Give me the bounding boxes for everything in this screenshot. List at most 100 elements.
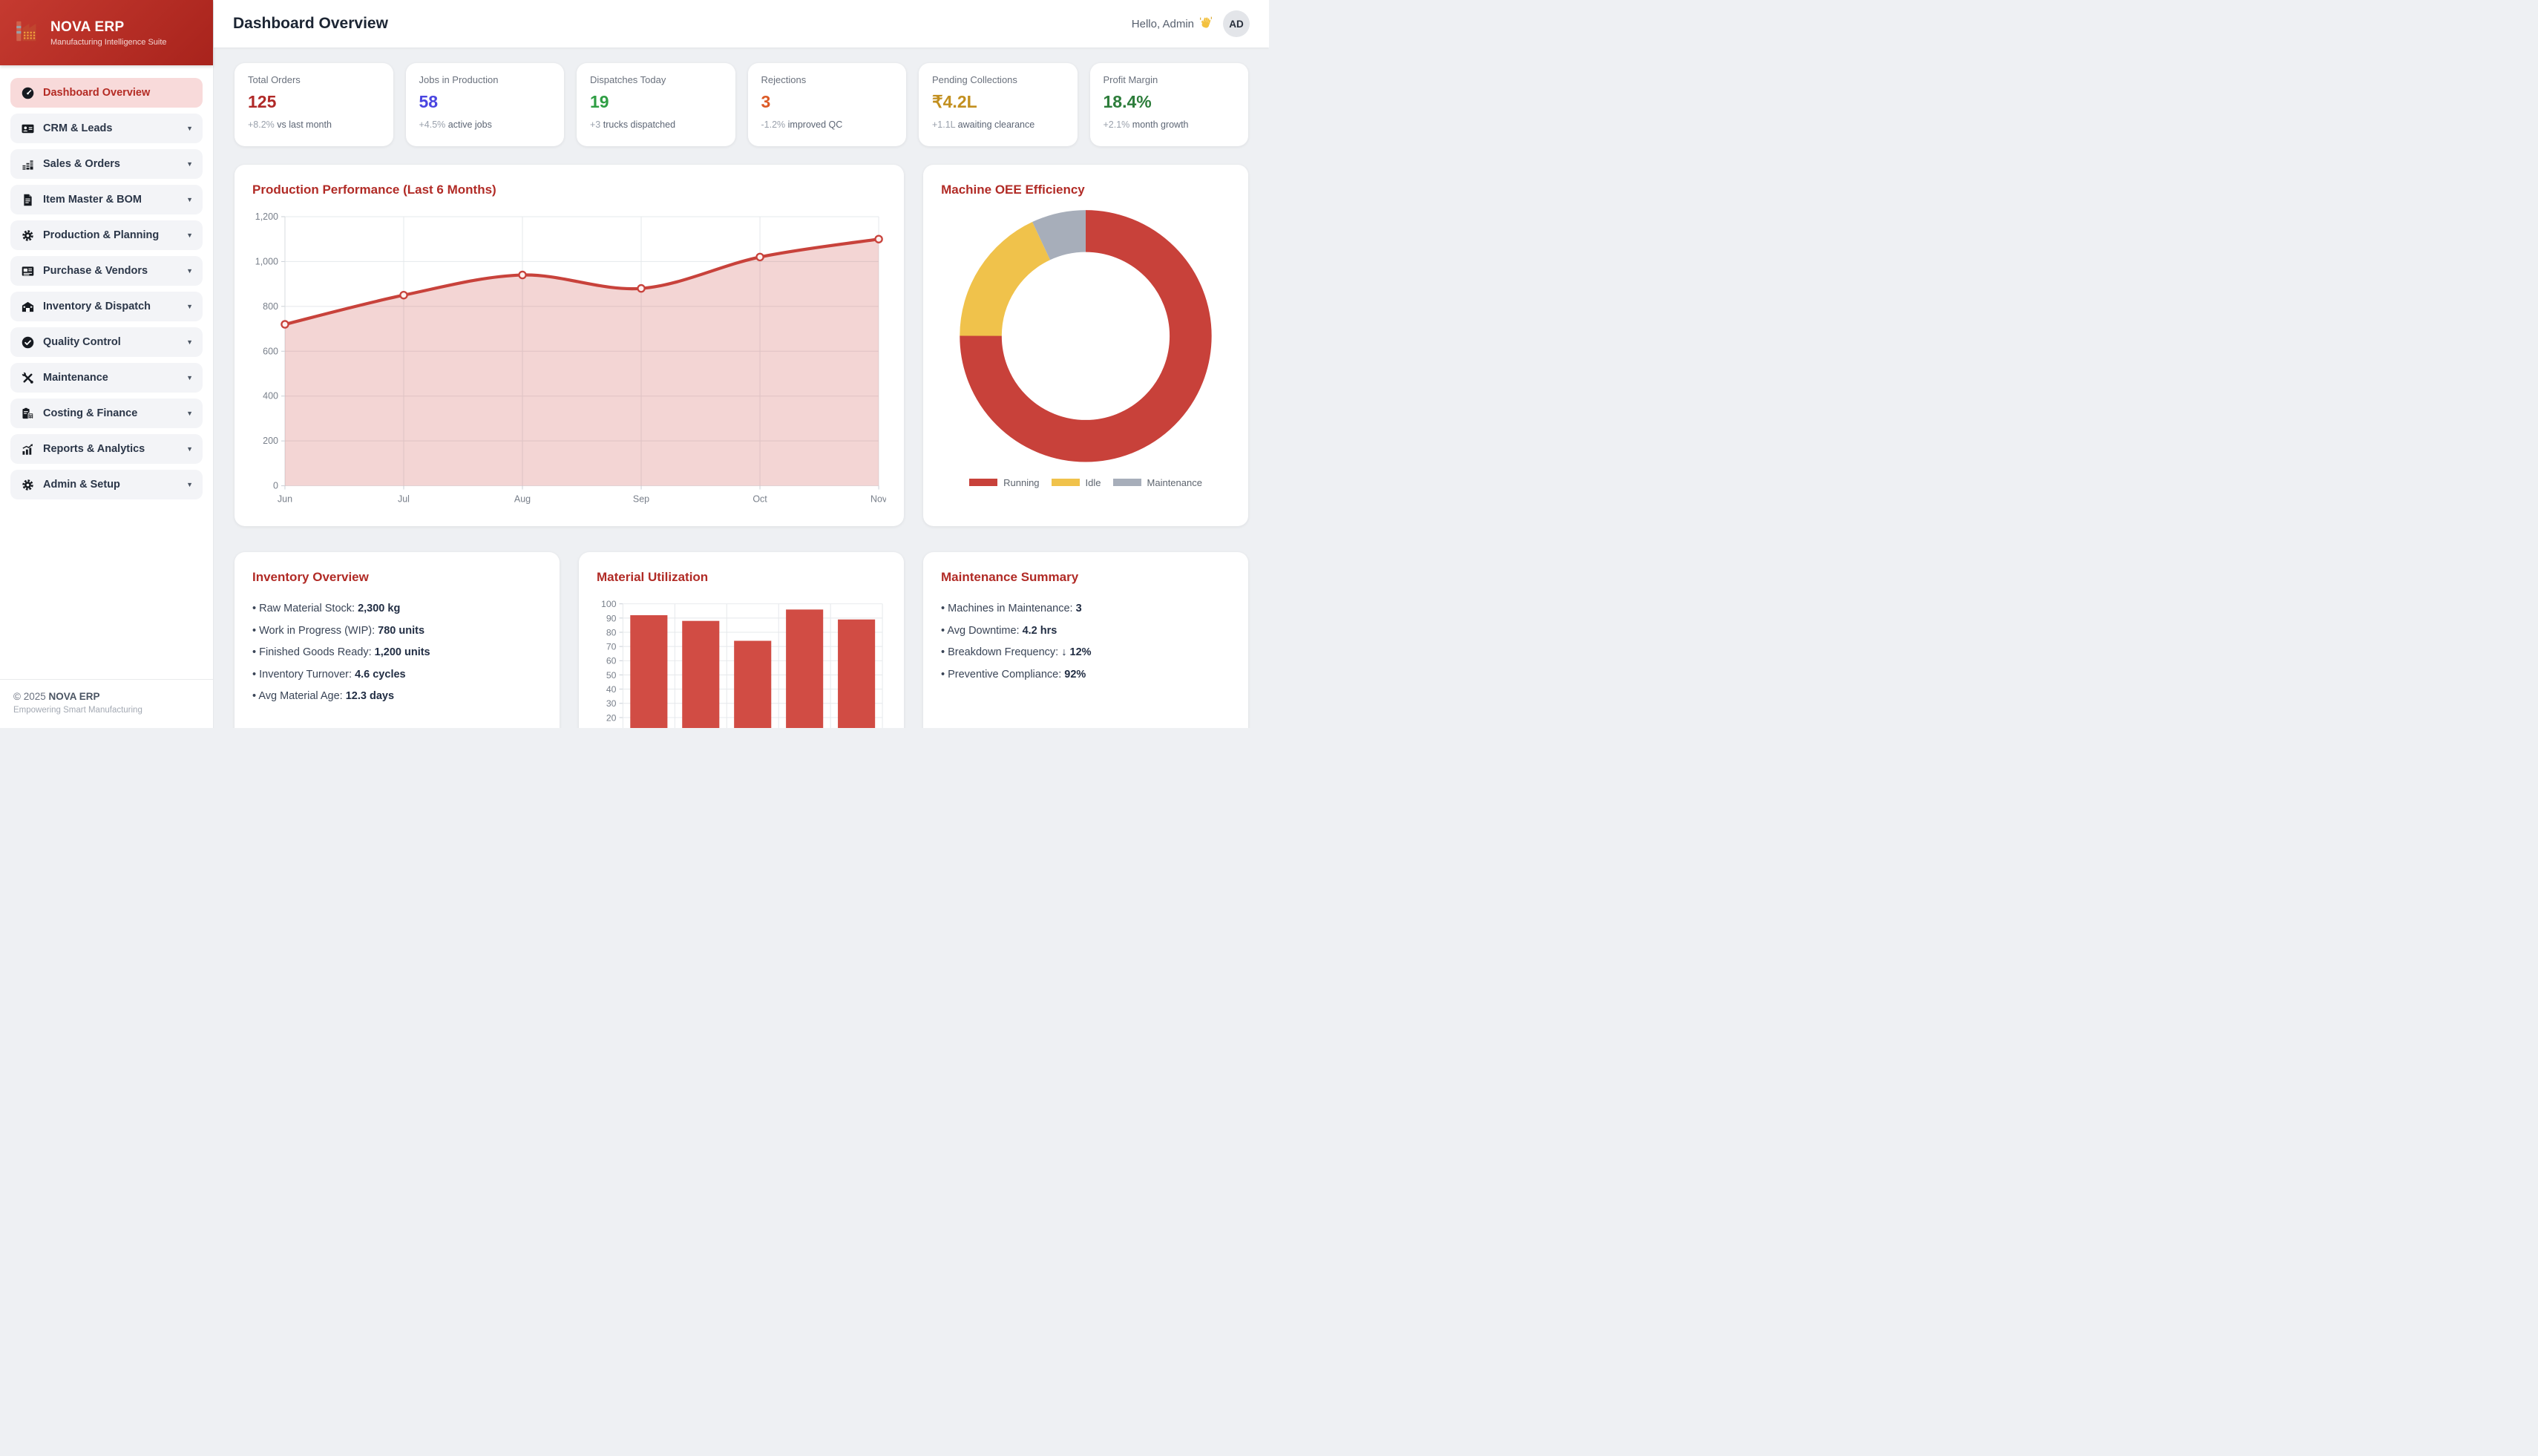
sidebar-item-label: Dashboard Overview: [43, 87, 193, 99]
sidebar-item-reports-analytics[interactable]: Reports & Analytics ▼: [10, 434, 203, 464]
chevron-down-icon: ▼: [186, 303, 193, 310]
kpi-subtext: +4.5% active jobs: [419, 119, 551, 130]
svg-text:400: 400: [263, 391, 278, 401]
svg-text:Nov: Nov: [870, 494, 886, 505]
maintenance-summary-card: Maintenance Summary Machines in Maintena…: [923, 552, 1248, 728]
sidebar-item-label: Reports & Analytics: [43, 443, 178, 455]
contact-card-icon: [20, 121, 35, 136]
svg-text:70: 70: [606, 642, 617, 652]
sidebar-item-item-master-bom[interactable]: Item Master & BOM ▼: [10, 185, 203, 214]
bottom-row: Inventory Overview Raw Material Stock: 2…: [235, 552, 1248, 728]
svg-text:600: 600: [263, 346, 278, 356]
copyright-line: © 2025 NOVA ERP: [13, 691, 200, 702]
brand-name: NOVA ERP: [50, 19, 167, 36]
card-title: Inventory Overview: [252, 570, 542, 585]
card-title: Maintenance Summary: [941, 570, 1230, 585]
kpi-card-jobs-in-production: Jobs in Production 58 +4.5% active jobs: [406, 63, 565, 146]
greeting-label: Hello, Admin: [1132, 18, 1194, 30]
kpi-row: Total Orders 125 +8.2% vs last month Job…: [235, 63, 1248, 146]
svg-text:1,200: 1,200: [255, 211, 278, 222]
svg-text:100: 100: [601, 599, 617, 609]
sidebar-item-crm-leads[interactable]: CRM & Leads ▼: [10, 114, 203, 143]
chevron-down-icon: ▼: [186, 267, 193, 275]
svg-text:40: 40: [606, 684, 617, 695]
top-header: Dashboard Overview Hello, Admin AD: [214, 0, 1269, 47]
kpi-subtext: +8.2% vs last month: [248, 119, 380, 130]
material-utilization-card: Material Utilization 0102030405060708090…: [579, 552, 904, 728]
header-right: Hello, Admin AD: [1132, 10, 1250, 37]
kpi-card-total-orders: Total Orders 125 +8.2% vs last month: [235, 63, 393, 146]
kpi-card-pending-collections: Pending Collections ₹4.2L +1.1L awaiting…: [919, 63, 1078, 146]
greeting-text: Hello, Admin: [1132, 16, 1213, 32]
sidebar-item-production-planning[interactable]: Production & Planning ▼: [10, 220, 203, 250]
chevron-down-icon: ▼: [186, 410, 193, 417]
brand-tagline: Manufacturing Intelligence Suite: [50, 38, 167, 47]
list-item: Machines in Maintenance: 3: [941, 598, 1230, 620]
sidebar-item-purchase-vendors[interactable]: Purchase & Vendors ▼: [10, 256, 203, 286]
kpi-title: Dispatches Today: [590, 74, 722, 85]
list-item: Finished Goods Ready: 1,200 units: [252, 642, 542, 664]
sidebar-item-inventory-dispatch[interactable]: Inventory & Dispatch ▼: [10, 292, 203, 321]
avatar[interactable]: AD: [1223, 10, 1250, 37]
page-title: Dashboard Overview: [233, 15, 388, 33]
sidebar-item-costing-finance[interactable]: Costing & Finance ▼: [10, 399, 203, 428]
legend-item-maintenance: Maintenance: [1113, 477, 1202, 488]
sidebar-item-admin-setup[interactable]: Admin & Setup ▼: [10, 470, 203, 499]
kpi-subtext: +1.1L awaiting clearance: [932, 119, 1064, 130]
gear-icon: [20, 477, 35, 492]
sidebar-item-maintenance[interactable]: Maintenance ▼: [10, 363, 203, 393]
kpi-title: Jobs in Production: [419, 74, 551, 85]
chevron-down-icon: ▼: [186, 338, 193, 346]
material-utilization-bar-chart: 0102030405060708090100: [597, 591, 886, 728]
list-item: Inventory Turnover: 4.6 cycles: [252, 664, 542, 686]
sidebar-item-label: Item Master & BOM: [43, 194, 178, 206]
brand-text: NOVA ERP Manufacturing Intelligence Suit…: [50, 19, 167, 47]
inventory-overview-card: Inventory Overview Raw Material Stock: 2…: [235, 552, 560, 728]
sidebar-item-quality-control[interactable]: Quality Control ▼: [10, 327, 203, 357]
charts-row: Production Performance (Last 6 Months) 0…: [235, 165, 1248, 526]
kpi-value: 125: [248, 92, 380, 112]
svg-text:60: 60: [606, 656, 617, 666]
tools-icon: [20, 370, 35, 385]
sidebar-item-label: Production & Planning: [43, 229, 178, 241]
sidebar-item-dashboard-overview[interactable]: Dashboard Overview: [10, 78, 203, 108]
svg-text:30: 30: [606, 698, 617, 709]
check-badge-icon: [20, 335, 35, 350]
svg-text:Sep: Sep: [633, 494, 649, 505]
sidebar-item-label: Maintenance: [43, 372, 178, 384]
factory-logo-icon: [13, 17, 42, 49]
app-root: NOVA ERP Manufacturing Intelligence Suit…: [0, 0, 1269, 728]
kpi-subtext: +2.1% month growth: [1104, 119, 1236, 130]
list-item: Raw Material Stock: 2,300 kg: [252, 598, 542, 620]
svg-text:50: 50: [606, 670, 617, 681]
sidebar-item-label: Purchase & Vendors: [43, 265, 178, 277]
chevron-down-icon: ▼: [186, 445, 193, 453]
waving-hand-icon: [1199, 16, 1213, 32]
sidebar-item-sales-orders[interactable]: Sales & Orders ▼: [10, 149, 203, 179]
chevron-down-icon: ▼: [186, 232, 193, 239]
legend-swatch-idle: [1052, 479, 1080, 486]
sidebar-item-label: Admin & Setup: [43, 479, 178, 491]
content-area: Total Orders 125 +8.2% vs last month Job…: [214, 47, 1269, 728]
legend-item-running: Running: [969, 477, 1039, 488]
warehouse-icon: [20, 299, 35, 314]
kpi-card-rejections: Rejections 3 -1.2% improved QC: [748, 63, 907, 146]
coins-chart-icon: [20, 157, 35, 171]
sidebar-item-label: CRM & Leads: [43, 122, 178, 134]
legend-swatch-maintenance: [1113, 479, 1141, 486]
production-performance-card: Production Performance (Last 6 Months) 0…: [235, 165, 904, 526]
list-item: Breakdown Frequency: ↓ 12%: [941, 642, 1230, 664]
list-item: Preventive Compliance: 92%: [941, 664, 1230, 686]
chevron-down-icon: ▼: [186, 481, 193, 488]
main-area: Dashboard Overview Hello, Admin AD Total…: [214, 0, 1269, 728]
chevron-down-icon: ▼: [186, 125, 193, 132]
machine-oee-card: Machine OEE Efficiency Running Idle Main…: [923, 165, 1248, 526]
kpi-subtext: -1.2% improved QC: [761, 119, 893, 130]
kpi-value: 3: [761, 92, 893, 112]
svg-text:80: 80: [606, 627, 617, 637]
svg-text:200: 200: [263, 436, 278, 446]
list-item: Work in Progress (WIP): 780 units: [252, 620, 542, 643]
kpi-card-dispatches-today: Dispatches Today 19 +3 trucks dispatched: [577, 63, 735, 146]
clipboard-calculator-icon: [20, 406, 35, 421]
footer-tagline: Empowering Smart Manufacturing: [13, 706, 200, 715]
